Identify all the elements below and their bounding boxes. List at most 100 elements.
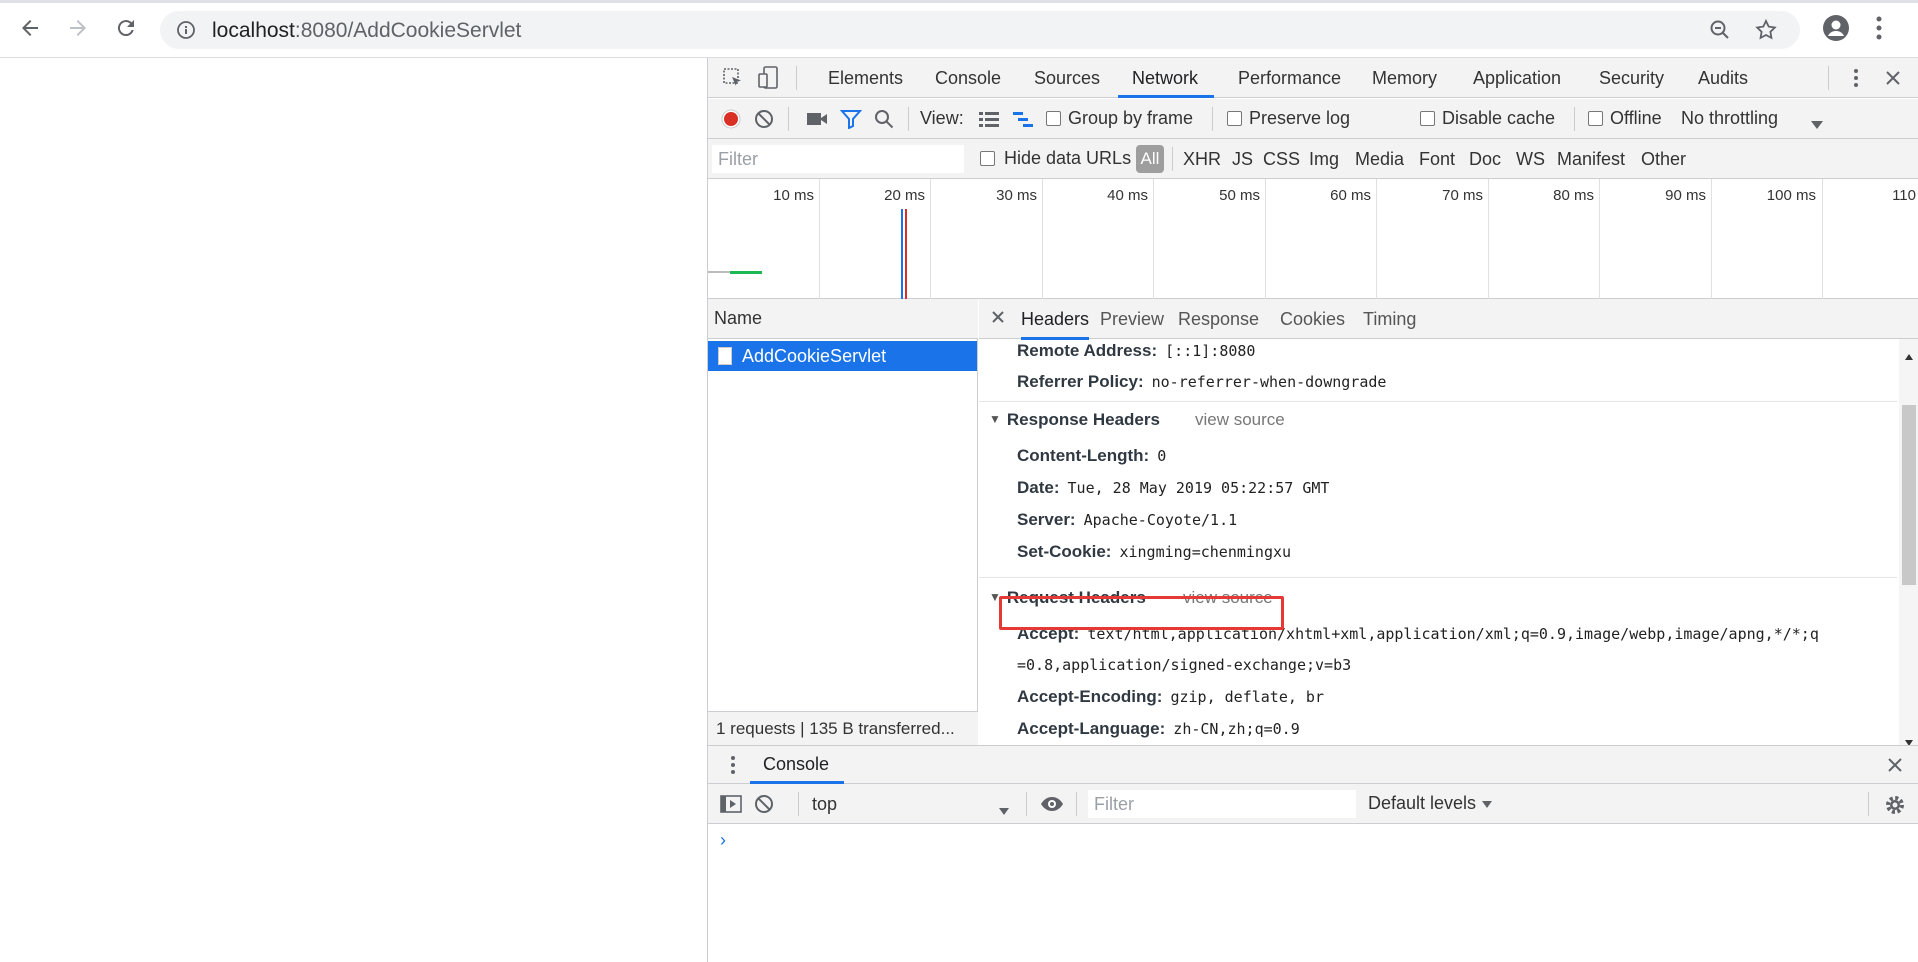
clear-console-icon[interactable]: [754, 794, 774, 819]
name-column-label: Name: [714, 308, 763, 328]
detail-scrollbar[interactable]: [1899, 339, 1918, 746]
close-devtools-icon[interactable]: [1884, 69, 1902, 92]
preserve-log-checkbox[interactable]: [1227, 111, 1242, 126]
gridline: [1711, 179, 1712, 299]
screenshot-camera-icon[interactable]: [806, 110, 828, 133]
console-sidebar-toggle-icon[interactable]: [720, 794, 742, 819]
close-drawer-icon[interactable]: [1886, 756, 1904, 779]
header-value: =0.8,application/signed-exchange;v=b3: [1017, 656, 1352, 674]
tab-headers[interactable]: Headers: [1021, 309, 1089, 330]
scrollbar-thumb[interactable]: [1902, 405, 1916, 585]
scroll-up-arrow-icon[interactable]: [1904, 345, 1914, 366]
gridline: [1488, 179, 1489, 299]
header-accept-language: Accept-Language: zh-CN,zh;q=0.9: [1017, 719, 1300, 739]
type-filter-font[interactable]: Font: [1419, 149, 1455, 170]
tab-response[interactable]: Response: [1178, 309, 1259, 330]
type-filter-css[interactable]: CSS: [1263, 149, 1300, 170]
gridline: [1042, 179, 1043, 299]
context-selector[interactable]: top: [812, 794, 837, 815]
filter-funnel-icon[interactable]: [839, 109, 863, 134]
view-source-link[interactable]: view source: [1195, 410, 1285, 430]
tab-performance[interactable]: Performance: [1238, 68, 1341, 89]
header-name: Date:: [1017, 478, 1060, 497]
tab-security[interactable]: Security: [1599, 68, 1664, 89]
waterfall-icon[interactable]: [1012, 110, 1034, 133]
tab-sources[interactable]: Sources: [1034, 68, 1100, 89]
type-filter-all[interactable]: All: [1136, 145, 1164, 173]
console-filter-input[interactable]: Filter: [1088, 790, 1356, 818]
tab-application[interactable]: Application: [1473, 68, 1561, 89]
filter-input[interactable]: Filter: [712, 145, 964, 173]
throttling-select[interactable]: No throttling: [1681, 108, 1778, 129]
site-info-icon[interactable]: [176, 20, 196, 45]
network-summary: 1 requests | 135 B transferred...: [708, 711, 978, 745]
forward-arrow-icon: [70, 20, 86, 36]
network-toolbar: View: Group by frame Preserve log Disabl…: [708, 99, 1918, 139]
devtools-menu-icon[interactable]: [1852, 67, 1860, 94]
type-filter-ws[interactable]: WS: [1516, 149, 1545, 170]
tab-cookies[interactable]: Cookies: [1280, 309, 1345, 330]
offline-checkbox[interactable]: [1588, 111, 1603, 126]
request-list: Name AddCookieServlet 1 requests | 135 B…: [708, 299, 978, 745]
gridline: [1265, 179, 1266, 299]
device-toolbar-icon[interactable]: [758, 66, 780, 95]
zoom-icon[interactable]: [1708, 18, 1732, 47]
console-settings-gear-icon[interactable]: [1884, 794, 1906, 821]
response-headers-toggle[interactable]: ▼ Response Headers: [989, 410, 1160, 430]
url-host: localhost: [212, 19, 295, 42]
separator: [1828, 66, 1829, 90]
type-filter-media[interactable]: Media: [1355, 149, 1404, 170]
name-column-header[interactable]: Name: [708, 299, 978, 339]
group-by-frame-checkbox[interactable]: [1046, 111, 1061, 126]
tab-network[interactable]: Network: [1132, 68, 1198, 89]
address-bar[interactable]: localhost:8080/AddCookieServlet: [160, 11, 1800, 49]
context-dropdown-arrow-icon[interactable]: [998, 800, 1010, 821]
section-divider: [979, 577, 1897, 578]
record-icon[interactable]: [720, 108, 742, 135]
type-filter-manifest[interactable]: Manifest: [1557, 149, 1625, 170]
clear-icon[interactable]: [754, 109, 774, 134]
browser-menu-icon[interactable]: [1874, 14, 1884, 47]
separator: [1574, 107, 1575, 131]
bookmark-star-icon[interactable]: [1754, 18, 1778, 47]
forward-button[interactable]: [62, 12, 94, 44]
disable-cache-checkbox[interactable]: [1420, 111, 1435, 126]
log-levels-select[interactable]: Default levels: [1368, 793, 1493, 814]
type-filter-other[interactable]: Other: [1641, 149, 1686, 170]
close-detail-icon[interactable]: [991, 308, 1005, 329]
header-name: Accept-Encoding:: [1017, 687, 1163, 706]
large-rows-icon[interactable]: [978, 110, 1000, 133]
tab-elements[interactable]: Elements: [828, 68, 903, 89]
throttling-dropdown-arrow-icon[interactable]: [1810, 114, 1824, 135]
reload-button[interactable]: [110, 12, 142, 44]
profile-avatar-icon[interactable]: [1822, 14, 1850, 47]
header-name: Referrer Policy:: [1017, 372, 1144, 391]
search-icon[interactable]: [874, 109, 894, 134]
gridline: [819, 179, 820, 299]
type-filter-xhr[interactable]: XHR: [1183, 149, 1221, 170]
hide-data-urls-checkbox[interactable]: [980, 151, 995, 166]
tab-timing[interactable]: Timing: [1363, 309, 1416, 330]
header-name: Remote Address:: [1017, 341, 1158, 360]
url-text[interactable]: localhost:8080/AddCookieServlet: [212, 19, 521, 43]
tab-audits[interactable]: Audits: [1698, 68, 1748, 89]
drawer-menu-icon[interactable]: [730, 754, 736, 781]
type-filter-img[interactable]: Img: [1309, 149, 1339, 170]
type-filter-doc[interactable]: Doc: [1469, 149, 1501, 170]
drawer-tab-console[interactable]: Console: [763, 754, 829, 775]
network-overview-timeline[interactable]: 10 ms 20 ms 30 ms 40 ms 50 ms 60 ms 70 m…: [708, 179, 1918, 299]
console-prompt[interactable]: ›: [720, 830, 726, 851]
offline-label: Offline: [1610, 108, 1662, 128]
inspect-element-icon[interactable]: [722, 67, 744, 94]
tab-console[interactable]: Console: [935, 68, 1001, 89]
live-expression-eye-icon[interactable]: [1040, 795, 1064, 818]
type-filter-js[interactable]: JS: [1232, 149, 1253, 170]
separator: [1026, 792, 1027, 816]
devtools-panel: Elements Console Sources Network Perform…: [707, 58, 1918, 962]
tab-memory[interactable]: Memory: [1372, 68, 1437, 89]
tab-preview[interactable]: Preview: [1100, 309, 1164, 330]
tick-label: 70 ms: [1442, 187, 1483, 204]
tick-label: 30 ms: [996, 187, 1037, 204]
request-row[interactable]: AddCookieServlet: [708, 341, 977, 371]
back-button[interactable]: [14, 12, 46, 44]
